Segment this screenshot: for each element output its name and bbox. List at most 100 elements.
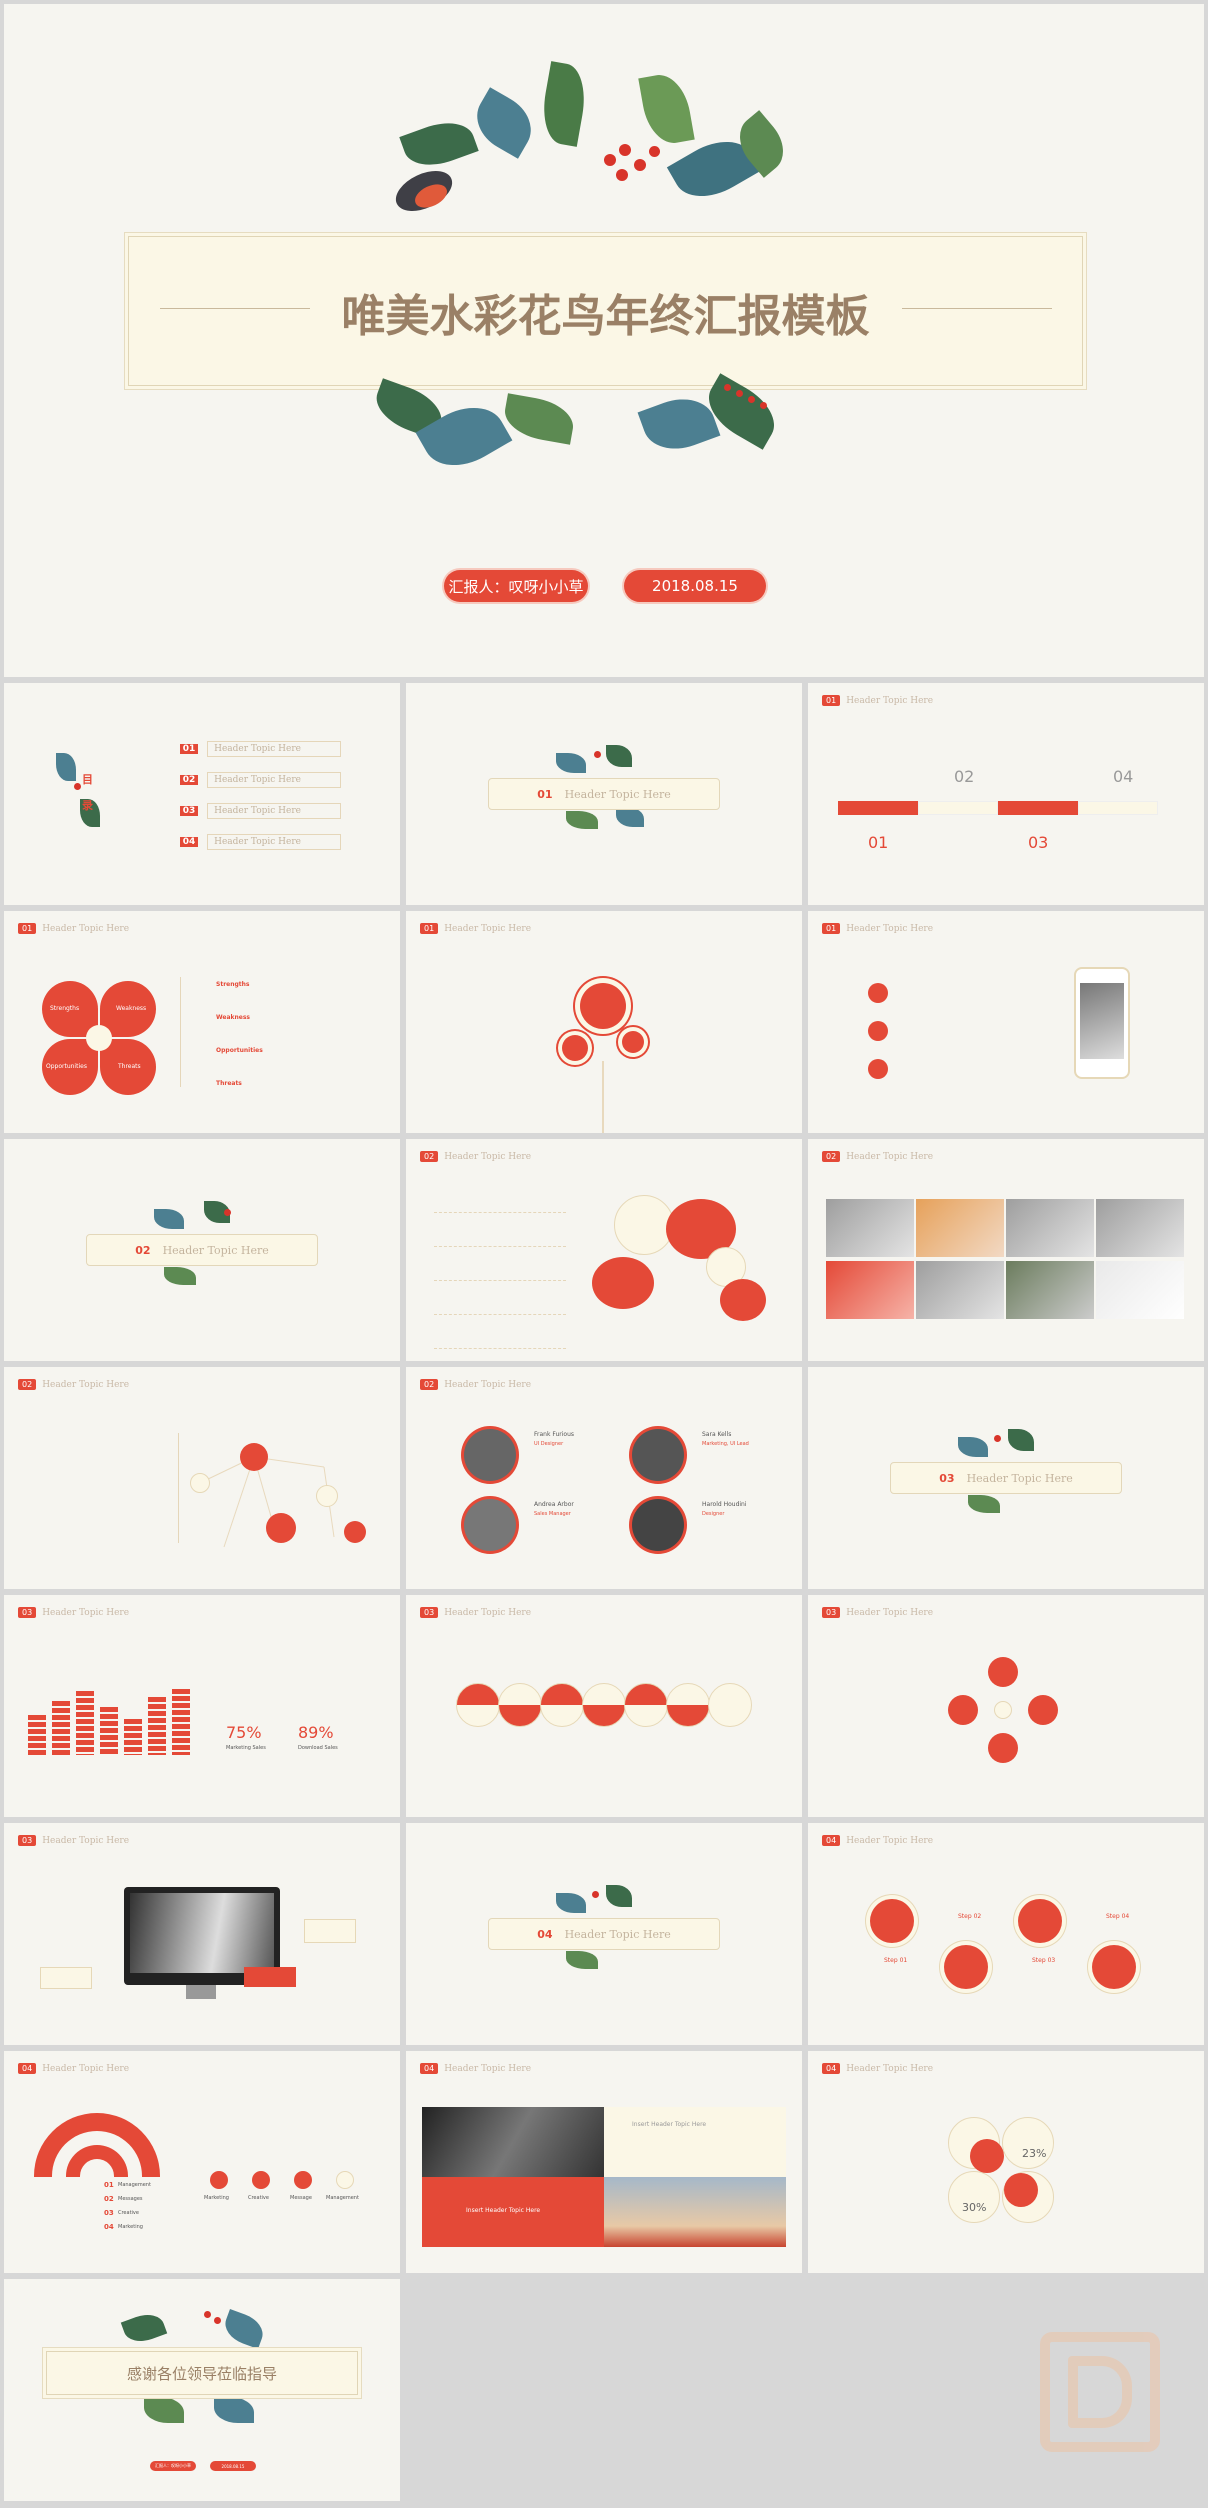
slide-num: 02 bbox=[822, 1151, 841, 1162]
photo-split-slide[interactable]: 04 Header Topic Here Insert Header Topic … bbox=[406, 2051, 802, 2273]
toc-slide[interactable]: 目 录 01 Header Topic Here 02 Header Topic… bbox=[4, 683, 400, 905]
team-name: Andrea Arbor bbox=[534, 1501, 574, 1508]
step-node-2 bbox=[944, 1945, 988, 1989]
network-node-doc bbox=[266, 1513, 296, 1543]
slide-header: Header Topic Here bbox=[846, 1836, 934, 1846]
wave-options-slide[interactable]: 03 Header Topic Here bbox=[406, 1595, 802, 1817]
section-04-slide[interactable]: 04 Header Topic Here bbox=[406, 1823, 802, 2045]
cross-diagram-slide[interactable]: 03 Header Topic Here bbox=[808, 1595, 1204, 1817]
swot-list-label: Threats bbox=[216, 1080, 242, 1087]
pin-node bbox=[622, 1031, 644, 1053]
slide-num: 01 bbox=[420, 923, 439, 934]
feature-icon-3 bbox=[868, 1059, 888, 1079]
timeline-label-3: 03 bbox=[1028, 833, 1049, 852]
toc-item-num: 01 bbox=[180, 744, 198, 754]
phone-mockup bbox=[1074, 967, 1130, 1079]
options-hand-slide[interactable]: 02 Header Topic Here bbox=[406, 1139, 802, 1361]
swot-list-label: Opportunities bbox=[216, 1047, 263, 1054]
toc-item-label: Header Topic Here bbox=[207, 834, 342, 850]
team-role: Marketing, UI Lead bbox=[702, 1441, 749, 1447]
step-node-4 bbox=[1092, 1945, 1136, 1989]
bell-diagram-slide[interactable]: 01 Header Topic Here bbox=[406, 911, 802, 1133]
monitor-stand bbox=[186, 1985, 216, 1999]
icon-circle bbox=[252, 2171, 270, 2189]
stacked-bars bbox=[28, 1671, 198, 1755]
slide-header: Header Topic Here bbox=[42, 1380, 130, 1390]
cover-slide[interactable]: 唯美水彩花鸟年终汇报模板 汇报人：叹呀小小草 2018.08.15 bbox=[4, 4, 1204, 677]
network-node-search bbox=[344, 1521, 366, 1543]
semi-label-4: Marketing bbox=[118, 2224, 143, 2230]
slide-num: 01 bbox=[822, 923, 841, 934]
swot-label-weakness: Weakness bbox=[116, 1005, 147, 1012]
watermark-logo bbox=[1040, 2332, 1160, 2452]
section-title-frame: 02 Header Topic Here bbox=[86, 1234, 318, 1266]
percent-petal-tr bbox=[1002, 2117, 1054, 2169]
cover-title: 唯美水彩花鸟年终汇报模板 bbox=[341, 291, 870, 342]
percent-a: 23% bbox=[1022, 2147, 1047, 2160]
team-slide[interactable]: 02 Header Topic Here Frank Furious UI Des… bbox=[406, 1367, 802, 1589]
steps-slide[interactable]: 04 Header Topic Here Step 01 Step 02 Step… bbox=[808, 1823, 1204, 2045]
semicircle-slide[interactable]: 04 Header Topic Here 01 Management 02 Mes… bbox=[4, 2051, 400, 2273]
icon-label: Management bbox=[326, 2195, 359, 2201]
slide-header: Header Topic Here bbox=[444, 1380, 532, 1390]
avatar bbox=[632, 1429, 684, 1481]
closing-reporter-badge: 汇报人：叹呀小小草 bbox=[150, 2461, 196, 2471]
semicircle-chart bbox=[34, 2113, 160, 2177]
cross-center bbox=[994, 1701, 1012, 1719]
avatar bbox=[464, 1429, 516, 1481]
toc-item-label: Header Topic Here bbox=[207, 772, 342, 788]
toc-item-num: 03 bbox=[180, 806, 198, 816]
slide-num: 01 bbox=[18, 923, 37, 934]
percent-slide[interactable]: 04 Header Topic Here 23% 30% bbox=[808, 2051, 1204, 2273]
toc-item[interactable]: 03 Header Topic Here bbox=[180, 798, 342, 819]
reporter-badge: 汇报人：叹呀小小草 bbox=[444, 570, 588, 602]
section-title: Header Topic Here bbox=[162, 1243, 269, 1257]
swot-list-label: Weakness bbox=[216, 1014, 250, 1021]
percent-petal-bl bbox=[948, 2171, 1000, 2223]
swot-divider bbox=[180, 977, 181, 1087]
toc-side-title-1: 目 bbox=[82, 773, 93, 786]
icon-label: Creative bbox=[248, 2195, 269, 2201]
swot-slide[interactable]: 01 Header Topic Here Strengths Weakness O… bbox=[4, 911, 400, 1133]
timeline-label-4: 04 bbox=[1113, 767, 1134, 786]
semi-label-1: Management bbox=[118, 2182, 151, 2188]
section-03-slide[interactable]: 03 Header Topic Here bbox=[808, 1367, 1204, 1589]
toc-item[interactable]: 04 Header Topic Here bbox=[180, 829, 342, 850]
timeline-label-2: 02 bbox=[954, 767, 975, 786]
slide-header: Header Topic Here bbox=[846, 1608, 934, 1618]
slide-header: Header Topic Here bbox=[42, 924, 130, 934]
slide-header: Header Topic Here bbox=[846, 2064, 934, 2074]
icon-circle bbox=[210, 2171, 228, 2189]
network-slide[interactable]: 02 Header Topic Here bbox=[4, 1367, 400, 1589]
toc-item[interactable]: 02 Header Topic Here bbox=[180, 767, 342, 788]
cross-node-bottom bbox=[988, 1733, 1018, 1763]
closing-title: 感谢各位领导莅临指导 bbox=[126, 2365, 277, 2383]
avatar bbox=[464, 1499, 516, 1551]
caption-text: Insert Header Topic Here bbox=[632, 2121, 707, 2128]
section-num: 03 bbox=[939, 1471, 955, 1485]
slide-header: Header Topic Here bbox=[444, 1152, 532, 1162]
monitor-slide[interactable]: 03 Header Topic Here bbox=[4, 1823, 400, 2045]
bell-node bbox=[580, 983, 626, 1029]
closing-slide[interactable]: 感谢各位领导莅临指导 汇报人：叹呀小小草 2018.08.15 bbox=[4, 2279, 400, 2501]
slide-header: Header Topic Here bbox=[846, 924, 934, 934]
toc-item[interactable]: 01 Header Topic Here bbox=[180, 736, 342, 757]
slide-header: Header Topic Here bbox=[42, 2064, 130, 2074]
section-num: 04 bbox=[537, 1927, 553, 1941]
slide-num: 02 bbox=[18, 1379, 37, 1390]
slide-num: 04 bbox=[420, 2063, 439, 2074]
step-node-3 bbox=[1018, 1899, 1062, 1943]
swot-label-strengths: Strengths bbox=[50, 1005, 80, 1012]
section-02-slide[interactable]: 02 Header Topic Here bbox=[4, 1139, 400, 1361]
section-title-frame: 04 Header Topic Here bbox=[488, 1918, 720, 1950]
feature-icon-2 bbox=[868, 1021, 888, 1041]
toc-item-label: Header Topic Here bbox=[207, 741, 342, 757]
slide-header: Header Topic Here bbox=[444, 2064, 532, 2074]
bar-stats-slide[interactable]: 03 Header Topic Here 75% Marketing Sales … bbox=[4, 1595, 400, 1817]
phone-slide[interactable]: 01 Header Topic Here bbox=[808, 911, 1204, 1133]
callout-right bbox=[304, 1919, 356, 1943]
toc-item-num: 02 bbox=[180, 775, 198, 785]
section-01-slide[interactable]: 01 Header Topic Here bbox=[406, 683, 802, 905]
photo-grid-slide[interactable]: 02 Header Topic Here bbox=[808, 1139, 1204, 1361]
timeline-slide[interactable]: 01 Header Topic Here 01 02 03 04 bbox=[808, 683, 1204, 905]
